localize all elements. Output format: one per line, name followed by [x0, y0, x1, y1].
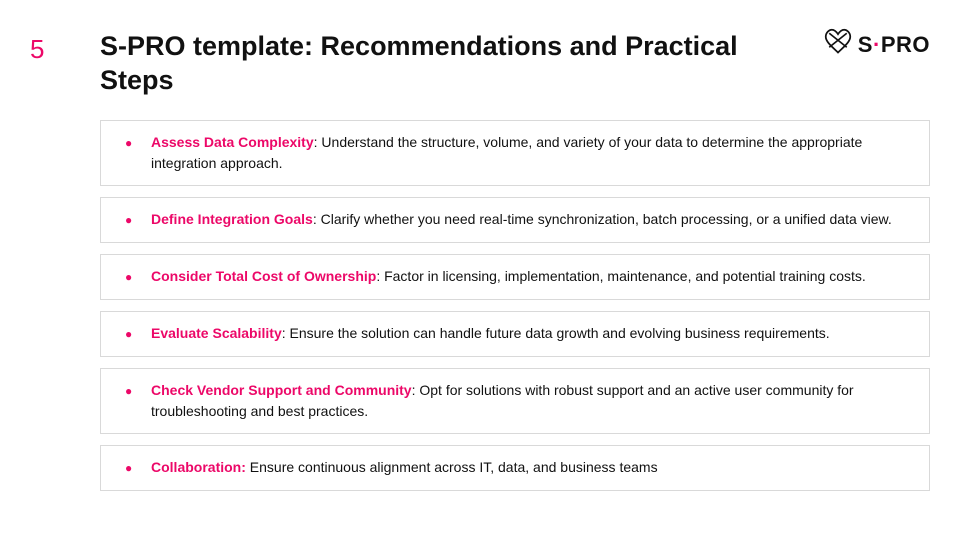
brand-logo: S·PRO — [824, 28, 930, 61]
recommendation-list: ● Assess Data Complexity: Understand the… — [100, 120, 930, 491]
item-heading: Collaboration: — [151, 459, 246, 475]
bullet-icon: ● — [117, 323, 151, 345]
item-sep: : — [282, 325, 290, 341]
item-text: Consider Total Cost of Ownership: Factor… — [151, 266, 866, 287]
brand-logo-text: S·PRO — [858, 32, 930, 58]
bullet-icon: ● — [117, 209, 151, 231]
item-desc: Ensure continuous alignment across IT, d… — [250, 459, 658, 475]
list-item: ● Consider Total Cost of Ownership: Fact… — [100, 254, 930, 300]
item-heading: Check Vendor Support and Community — [151, 382, 412, 398]
item-sep: : — [376, 268, 384, 284]
item-heading: Assess Data Complexity — [151, 134, 314, 150]
logo-dot: · — [873, 32, 881, 57]
list-item: ● Define Integration Goals: Clarify whet… — [100, 197, 930, 243]
item-desc: Clarify whether you need real-time synch… — [321, 211, 892, 227]
slide-number: 5 — [30, 30, 100, 65]
bullet-icon: ● — [117, 132, 151, 154]
list-item: ● Assess Data Complexity: Understand the… — [100, 120, 930, 186]
item-text: Evaluate Scalability: Ensure the solutio… — [151, 323, 830, 344]
item-heading: Define Integration Goals — [151, 211, 313, 227]
slide-title: S-PRO template: Recommendations and Prac… — [100, 30, 780, 98]
slide: 5 S-PRO template: Recommendations and Pr… — [0, 0, 960, 540]
heart-logo-icon — [824, 28, 852, 61]
item-text: Collaboration: Ensure continuous alignme… — [151, 457, 658, 478]
item-sep: : — [313, 211, 321, 227]
item-desc: Ensure the solution can handle future da… — [290, 325, 830, 341]
item-heading: Evaluate Scalability — [151, 325, 282, 341]
bullet-icon: ● — [117, 457, 151, 479]
item-desc: Factor in licensing, implementation, mai… — [384, 268, 866, 284]
item-heading: Consider Total Cost of Ownership — [151, 268, 376, 284]
item-text: Assess Data Complexity: Understand the s… — [151, 132, 913, 174]
slide-header: 5 S-PRO template: Recommendations and Pr… — [30, 30, 930, 98]
list-item: ● Check Vendor Support and Community: Op… — [100, 368, 930, 434]
logo-text-pro: PRO — [881, 32, 930, 57]
bullet-icon: ● — [117, 266, 151, 288]
logo-text-s: S — [858, 32, 873, 57]
list-item: ● Collaboration: Ensure continuous align… — [100, 445, 930, 491]
item-text: Define Integration Goals: Clarify whethe… — [151, 209, 892, 230]
bullet-icon: ● — [117, 380, 151, 402]
item-text: Check Vendor Support and Community: Opt … — [151, 380, 913, 422]
list-item: ● Evaluate Scalability: Ensure the solut… — [100, 311, 930, 357]
